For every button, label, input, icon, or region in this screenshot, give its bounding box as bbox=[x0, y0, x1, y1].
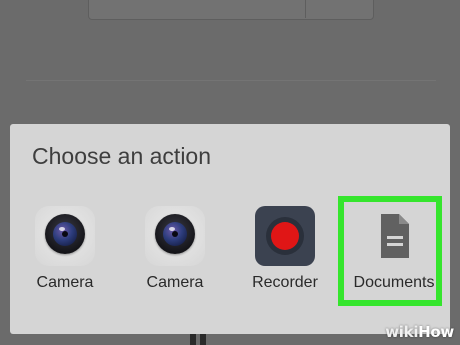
background-divider bbox=[26, 80, 436, 81]
wikihow-watermark: wikiHow bbox=[385, 323, 454, 341]
app-label: Camera bbox=[36, 274, 94, 291]
documents-highlight-box bbox=[338, 196, 442, 306]
background-card bbox=[88, 0, 374, 20]
recorder-icon bbox=[255, 206, 315, 266]
app-option-camera-1[interactable]: Camera bbox=[15, 206, 115, 306]
app-option-camera-2[interactable]: Camera bbox=[125, 206, 225, 306]
camera-icon bbox=[35, 206, 95, 266]
dialog-title: Choose an action bbox=[32, 143, 212, 169]
background-card-divider bbox=[305, 0, 306, 18]
camera-icon bbox=[145, 206, 205, 266]
app-option-recorder[interactable]: Recorder bbox=[235, 206, 335, 306]
app-label: Recorder bbox=[252, 274, 318, 291]
background-mark bbox=[200, 334, 206, 345]
app-label: Camera bbox=[146, 274, 204, 291]
background-mark bbox=[190, 334, 196, 345]
